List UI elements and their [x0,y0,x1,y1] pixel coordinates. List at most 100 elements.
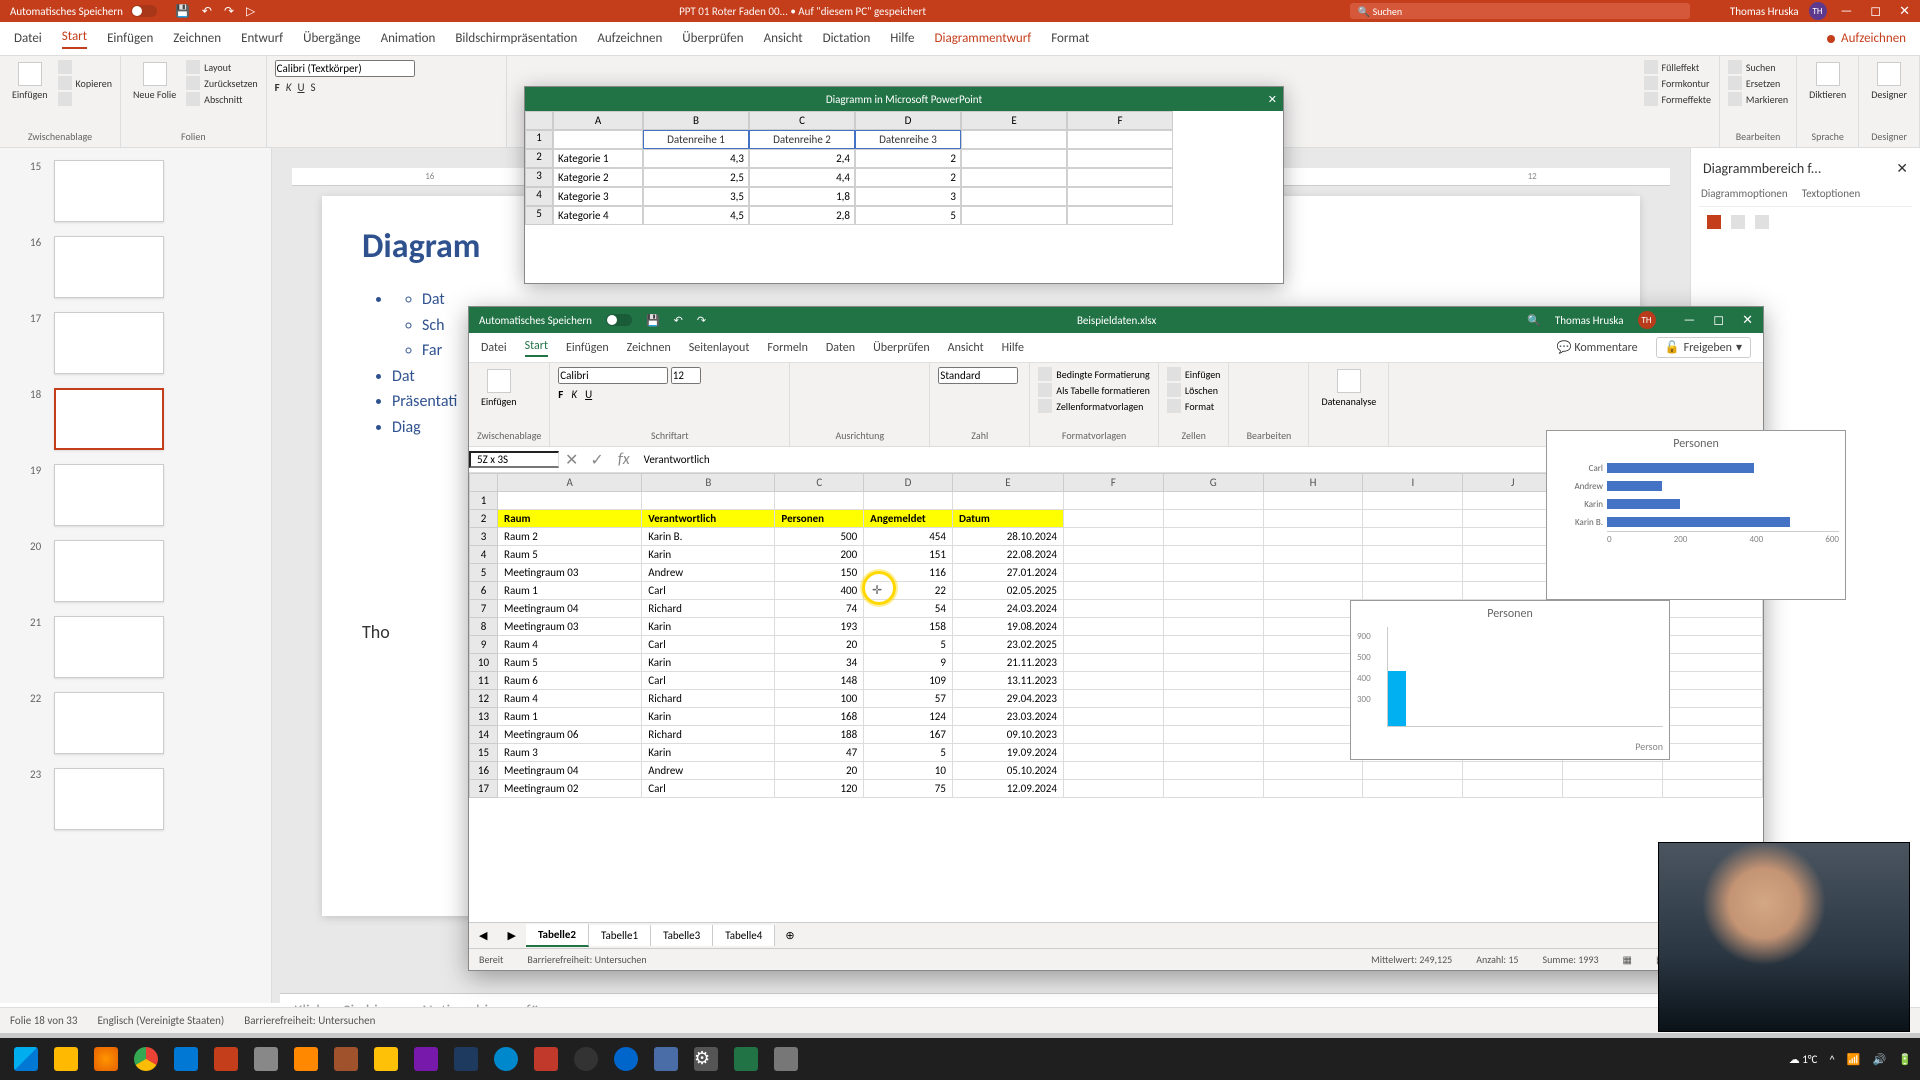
search-icon[interactable]: 🔍 [1527,314,1541,327]
start-button[interactable] [8,1041,44,1077]
onenote-icon[interactable] [408,1041,444,1077]
chart-data-popup[interactable]: Diagramm in Microsoft PowerPoint ✕ ABCDE… [524,86,1284,284]
battery-icon[interactable]: 🔋 [1898,1053,1912,1066]
slide-thumb[interactable]: 21 [30,616,257,678]
paste-button[interactable]: Einfügen [477,367,521,410]
comments-button[interactable]: 💬 Kommentare [1557,340,1638,355]
new-slide-button[interactable]: Neue Folie [129,60,180,103]
autosave-toggle[interactable]: Automatisches Speichern [10,5,157,18]
confirm-icon[interactable]: ✓ [584,450,609,470]
effects-icon[interactable] [1731,215,1745,229]
chart-data-grid[interactable]: ABCDEF1Datenreihe 1Datenreihe 2Datenreih… [525,111,1283,225]
undo-icon[interactable]: ↶ [202,4,212,19]
minimize-icon[interactable]: — [1684,313,1696,328]
sheet-tab[interactable]: Tabelle3 [651,925,713,946]
designer-button[interactable]: Designer [1867,60,1911,103]
pane-close-icon[interactable]: ✕ [1896,160,1908,177]
cut-button[interactable] [58,60,112,74]
tab-hilfe[interactable]: Hilfe [890,31,914,46]
font-name-input[interactable] [275,60,415,77]
app-icon[interactable] [648,1041,684,1077]
slide-thumb[interactable]: 22 [30,692,257,754]
format-painter-button[interactable] [58,92,112,106]
add-sheet-icon[interactable]: ⊕ [775,929,804,942]
select-button[interactable]: Markieren [1728,92,1788,106]
redo-icon[interactable]: ↷ [224,4,234,19]
italic-button[interactable]: K [571,388,577,401]
accessibility-status[interactable]: Barrierefreiheit: Untersuchen [244,1014,375,1027]
tab-ansicht[interactable]: Ansicht [948,341,984,355]
record-button[interactable]: Aufzeichnen [1827,31,1906,46]
volume-icon[interactable]: 🔊 [1873,1053,1887,1066]
number-format-input[interactable] [938,367,1018,384]
view-normal-icon[interactable]: ▦ [1623,953,1632,966]
fill-button[interactable]: Fülleffekt [1644,60,1711,74]
outlook-icon[interactable] [168,1041,204,1077]
tab-format[interactable]: Format [1051,31,1089,46]
quick-access-toolbar[interactable]: 💾 ↶ ↷ ▷ [175,4,255,19]
tab-daten[interactable]: Daten [826,341,855,355]
bold-button[interactable]: F [558,388,563,401]
strike-button[interactable]: S [311,81,316,94]
tab-ansicht[interactable]: Ansicht [764,31,803,46]
replace-button[interactable]: Ersetzen [1728,76,1788,90]
cancel-icon[interactable]: ✕ [559,450,584,470]
slideshow-icon[interactable]: ▷ [246,4,255,19]
toggle-switch-icon[interactable] [131,5,157,17]
excel-icon[interactable] [728,1041,764,1077]
paste-button[interactable]: Einfügen [8,60,52,103]
system-tray[interactable]: ☁ 1°C ^ 📶 🔊 🔋 [1789,1053,1912,1066]
format-cells-button[interactable]: Format [1167,399,1221,413]
delete-cells-button[interactable]: Löschen [1167,383,1221,397]
layout-button[interactable]: Layout [186,60,258,74]
fill-icon[interactable] [1707,215,1721,229]
find-button[interactable]: Suchen [1728,60,1788,74]
tab-seitenlayout[interactable]: Seitenlayout [689,341,750,355]
tab-formeln[interactable]: Formeln [767,341,807,355]
font-name-input[interactable] [558,367,668,384]
slide-thumb[interactable]: 16 [30,236,257,298]
underline-button[interactable]: U [585,388,592,401]
app-icon[interactable] [328,1041,364,1077]
sheet-tab[interactable]: Tabelle4 [713,925,775,946]
slide-thumb[interactable]: 17 [30,312,257,374]
tab-zeichnen[interactable]: Zeichnen [627,341,671,355]
status-access[interactable]: Barrierefreiheit: Untersuchen [527,953,646,966]
bar-chart-personen-h[interactable]: Personen CarlAndrewKarinKarin B. 0200400… [1546,430,1846,600]
section-button[interactable]: Abschnitt [186,92,258,106]
weather-widget[interactable]: ☁ 1°C [1789,1053,1818,1066]
chart-options-tab[interactable]: Diagrammoptionen [1701,187,1788,200]
slide-thumb[interactable]: 20 [30,540,257,602]
tab-aufzeichnen[interactable]: Aufzeichnen [597,31,662,46]
tab-animation[interactable]: Animation [381,31,436,46]
bold-button[interactable]: F [275,81,280,94]
sheet-tab[interactable]: Tabelle1 [589,925,651,946]
settings-icon[interactable]: ⚙ [688,1041,724,1077]
dictate-button[interactable]: Diktieren [1805,60,1850,103]
redo-icon[interactable]: ↷ [697,314,706,327]
tab-start[interactable]: Start [62,29,87,49]
tab-datei[interactable]: Datei [14,31,42,46]
undo-icon[interactable]: ↶ [674,314,683,327]
search-box[interactable]: 🔍 Suchen [1350,3,1690,19]
tab-einfuegen[interactable]: Einfügen [566,341,609,355]
tab-praesentation[interactable]: Bildschirmpräsentation [455,31,577,46]
app-icon[interactable] [608,1041,644,1077]
app-icon[interactable] [768,1041,804,1077]
size-icon[interactable] [1755,215,1769,229]
slide-thumb[interactable]: 23 [30,768,257,830]
effects-button[interactable]: Formeffekte [1644,92,1711,106]
sheet-nav-next-icon[interactable]: ▶ [497,929,525,942]
slide-thumb[interactable]: 19 [30,464,257,526]
tab-diagrammentwurf[interactable]: Diagrammentwurf [934,31,1031,46]
sheet-tab[interactable]: Tabelle2 [526,924,589,947]
copy-button[interactable]: Kopieren [58,76,112,90]
app-icon[interactable] [568,1041,604,1077]
firefox-icon[interactable] [88,1041,124,1077]
font-size-input[interactable] [671,367,701,384]
tab-ueberpruefen[interactable]: Überprüfen [873,341,930,355]
xl-user[interactable]: Thomas Hruska [1555,314,1624,327]
cond-format-button[interactable]: Bedingte Formatierung [1038,367,1150,381]
tab-dictation[interactable]: Dictation [823,31,871,46]
toggle-switch-icon[interactable] [606,314,632,326]
